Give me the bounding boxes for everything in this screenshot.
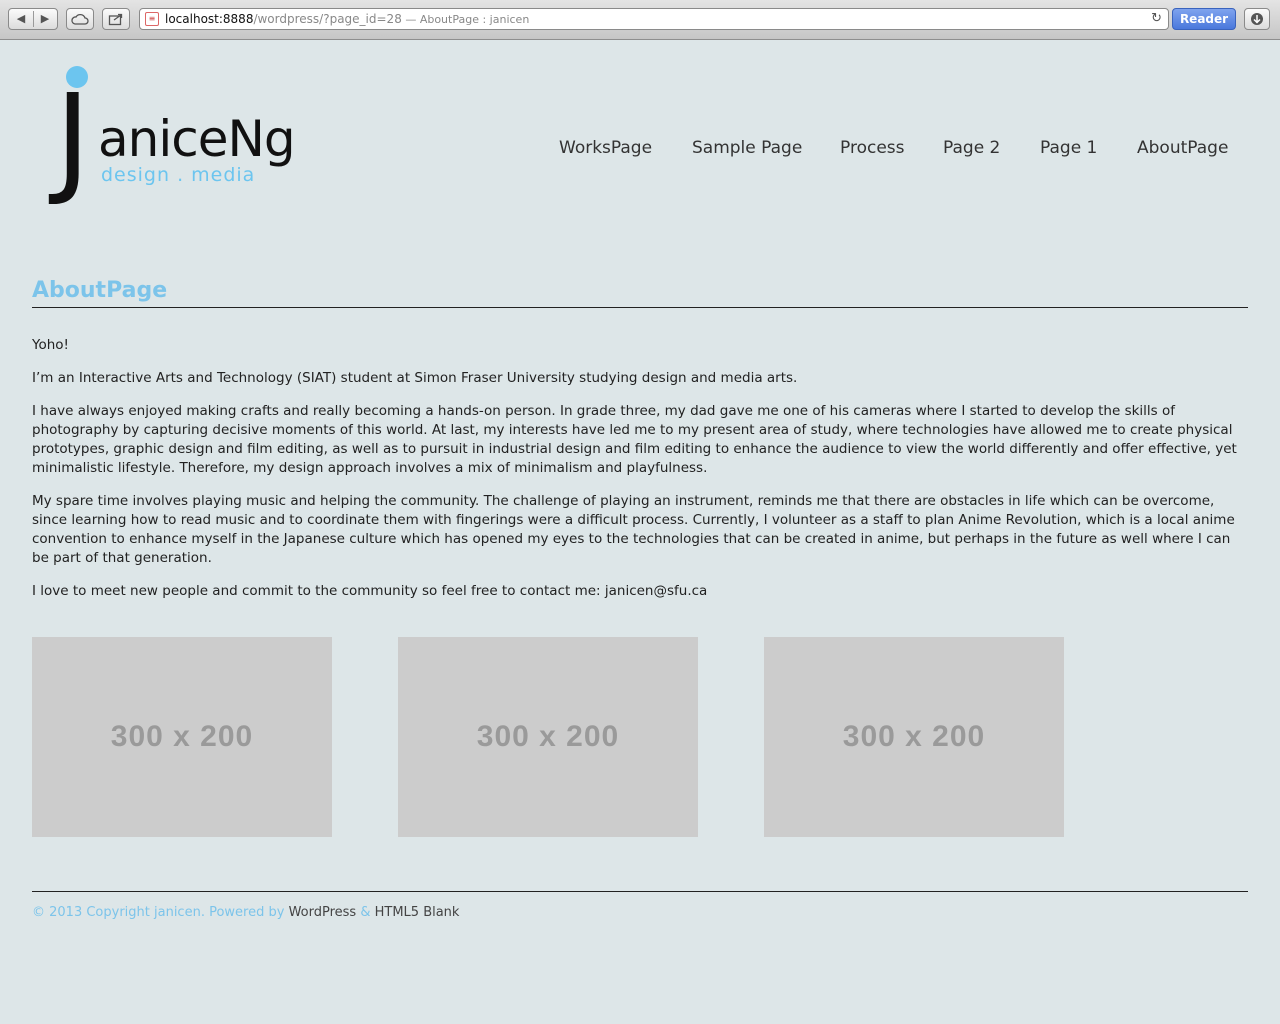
url-host: localhost:8888 [165,12,254,26]
copyright-text: © 2013 Copyright janicen. Powered by [32,905,289,920]
placeholder-image: 300 x 200 [398,637,698,837]
nav-item-process[interactable]: Process [840,138,905,158]
nav-separator [33,11,34,27]
url-text[interactable]: localhost:8888/wordpress/?page_id=28 — A… [165,12,529,26]
nav-item-workspage[interactable]: WorksPage [559,138,652,158]
cloud-icon [71,13,89,25]
nav-item-page-1[interactable]: Page 1 [1040,138,1097,158]
share-icon [108,13,123,26]
nav-item-page-2[interactable]: Page 2 [943,138,1000,158]
browser-toolbar: ◀ ▶ ≡ localhost:8888/wordpress/?page_id=2… [0,0,1280,40]
paragraph: I love to meet new people and commit to … [32,583,708,599]
forward-button[interactable]: ▶ [33,9,57,29]
paragraph: I have always enjoyed making crafts and … [32,403,1237,476]
footer-ampersand: & [356,905,375,920]
site-logo[interactable]: J aniceNg design . media [50,62,300,222]
paragraph: I’m an Interactive Arts and Technology (… [32,370,798,386]
favicon-icon: ≡ [145,12,159,26]
back-forward-buttons: ◀ ▶ [8,8,58,30]
logo-letter: J [55,70,91,209]
title-divider [32,307,1248,308]
back-button[interactable]: ◀ [9,9,33,29]
icloud-tabs-button[interactable] [66,8,94,30]
downloads-button[interactable] [1244,8,1270,30]
wordpress-link[interactable]: WordPress [289,905,357,920]
paragraph: Yoho! [32,337,69,353]
share-button[interactable] [102,8,130,30]
nav-item-aboutpage[interactable]: AboutPage [1137,138,1228,158]
reload-icon[interactable]: ↻ [1151,11,1162,26]
html5-blank-link[interactable]: HTML5 Blank [375,905,460,920]
url-path: /wordpress/?page_id=28 [253,12,402,26]
footer: © 2013 Copyright janicen. Powered by Wor… [32,905,459,920]
download-icon [1251,13,1263,25]
url-page-title: — AboutPage : janicen [401,13,530,26]
placeholder-image: 300 x 200 [764,637,1064,837]
address-bar[interactable]: ≡ localhost:8888/wordpress/?page_id=28 —… [139,8,1169,30]
nav-item-sample-page[interactable]: Sample Page [692,138,802,158]
page-title: AboutPage [32,278,168,303]
reader-button[interactable]: Reader [1172,8,1236,30]
logo-name: aniceNg [98,110,296,168]
page-content: Yoho! I’m an Interactive Arts and Techno… [32,336,1248,615]
logo-dot [66,66,88,88]
paragraph: My spare time involves playing music and… [32,493,1235,566]
footer-divider [32,891,1248,892]
logo-tagline: design . media [101,164,256,186]
placeholder-image: 300 x 200 [32,637,332,837]
